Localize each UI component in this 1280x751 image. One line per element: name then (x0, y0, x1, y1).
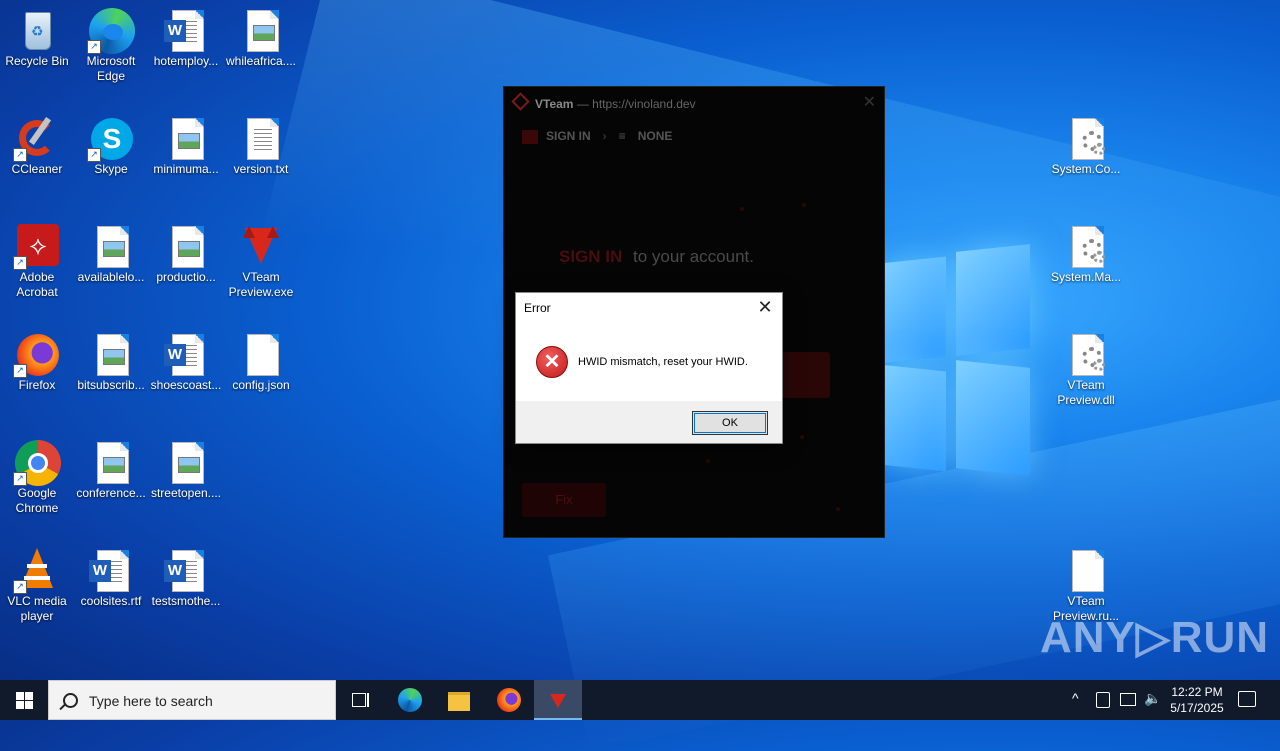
tray-device-icon[interactable] (1096, 692, 1110, 708)
taskbar-search-box[interactable]: Type here to search (48, 680, 336, 720)
ok-button[interactable]: OK (692, 411, 768, 435)
firefox-icon: ↗ (13, 332, 59, 378)
vteam-fox-icon (239, 224, 283, 268)
blank-file-icon (1064, 548, 1108, 592)
settings-file-icon (1064, 332, 1108, 376)
windows-start-icon[interactable] (0, 680, 48, 720)
taskbar: Type here to search ^ 🔈 12:22 PM 5/17/20… (0, 680, 1280, 720)
dialog-message: HWID mismatch, reset your HWID. (578, 356, 748, 368)
word-doc-icon: W (164, 548, 208, 592)
image-file-icon (239, 8, 283, 52)
nav-signin[interactable]: SIGN IN (546, 129, 591, 143)
desktop-icon-conference[interactable]: conference... (73, 440, 149, 501)
desktop-icon-hotemploy[interactable]: W hotemploy... (148, 8, 224, 69)
search-icon (63, 693, 78, 708)
image-file-icon (164, 224, 208, 268)
word-doc-icon: W (164, 8, 208, 52)
desktop-icon-availablelo[interactable]: availablelo... (73, 224, 149, 285)
app-breadcrumb: SIGN IN › ≡ NONE (522, 129, 672, 144)
settings-file-icon (1064, 224, 1108, 268)
taskbar-vteam-icon[interactable] (534, 680, 582, 720)
acrobat-icon: ⟡ ↗ (13, 224, 59, 270)
app-titlebar: VTeam — https://vinoland.dev (511, 92, 696, 111)
desktop-icon-recycle-bin[interactable]: ♻ Recycle Bin (0, 8, 75, 69)
desktop-icon-firefox[interactable]: ↗ Firefox (0, 332, 75, 393)
error-icon: ✕ (536, 346, 568, 378)
skype-icon: S ↗ (87, 116, 133, 162)
taskbar-file-explorer-icon[interactable] (435, 680, 483, 720)
desktop-icon-config-json[interactable]: config.json (223, 332, 299, 393)
desktop-icon-coolsites[interactable]: W coolsites.rtf (73, 548, 149, 609)
image-file-icon (164, 116, 208, 160)
text-file-icon (239, 116, 283, 160)
blank-file-icon (239, 332, 283, 376)
app-close-icon[interactable]: ✕ (863, 92, 876, 112)
image-file-icon (89, 332, 133, 376)
settings-file-icon (1064, 116, 1108, 160)
desktop-icon-streetopen[interactable]: streetopen.... (148, 440, 224, 501)
dialog-title: Error (524, 301, 551, 315)
app-url: https://vinoland.dev (592, 97, 696, 111)
taskbar-clock[interactable]: 12:22 PM 5/17/2025 (1160, 684, 1234, 716)
edge-icon: ↗ (87, 8, 135, 54)
windows-wallpaper-logo (880, 240, 1030, 480)
desktop-icon-system-ma[interactable]: System.Ma... (1048, 224, 1124, 285)
taskbar-edge-icon[interactable] (386, 680, 434, 720)
image-file-icon (89, 440, 133, 484)
desktop-icon-google-chrome[interactable]: ↗ Google Chrome (0, 440, 75, 516)
tray-volume-icon[interactable]: 🔈 (1144, 690, 1161, 707)
tray-chevron-up-icon[interactable]: ^ (1072, 690, 1079, 706)
desktop-icon-version-txt[interactable]: version.txt (223, 116, 299, 177)
nav-none[interactable]: NONE (638, 129, 673, 143)
desktop-icon-minimuma[interactable]: minimuma... (148, 116, 224, 177)
ccleaner-icon: ↗ (13, 116, 59, 162)
word-doc-icon: W (89, 548, 133, 592)
app-title-separator: — (576, 97, 589, 111)
desktop-icon-whileafrica[interactable]: whileafrica.... (223, 8, 299, 69)
signin-heading-accent: SIGN IN (559, 247, 623, 266)
desktop-icon-vteam-preview-exe[interactable]: VTeam Preview.exe (223, 224, 299, 300)
dialog-footer: OK (516, 401, 782, 443)
signin-heading-text: to your account. (633, 247, 754, 266)
tray-network-icon[interactable] (1120, 693, 1136, 706)
desktop-icon-bitsubscrib[interactable]: bitsubscrib... (73, 332, 149, 393)
taskbar-firefox-icon[interactable] (485, 680, 533, 720)
desktop-icon-productio[interactable]: productio... (148, 224, 224, 285)
vteam-logo-icon (511, 92, 530, 111)
hamburger-icon[interactable] (522, 129, 538, 144)
desktop-icon-edge[interactable]: ↗ Microsoft Edge (73, 8, 149, 84)
error-dialog: Error ✕ ✕ HWID mismatch, reset your HWID… (515, 292, 783, 444)
desktop-icon-vteam-preview-dll[interactable]: VTeam Preview.dll (1048, 332, 1124, 408)
anyrun-watermark: ANY▷RUN (1040, 613, 1270, 662)
clock-date: 5/17/2025 (1170, 701, 1224, 715)
desktop-icon-ccleaner[interactable]: ↗ CCleaner (0, 116, 75, 177)
signin-heading: SIGN IN to your account. (559, 247, 754, 267)
recycle-bin-icon: ♻ (15, 8, 59, 52)
clock-time: 12:22 PM (1171, 685, 1223, 699)
image-file-icon (89, 224, 133, 268)
desktop-icon-skype[interactable]: S ↗ Skype (73, 116, 149, 177)
desktop-icon-shoescoast[interactable]: W shoescoast... (148, 332, 224, 393)
fix-button[interactable]: Fix (522, 483, 606, 517)
desktop-icon-testsmothe[interactable]: W testsmothe... (148, 548, 224, 609)
task-view-icon[interactable] (336, 680, 384, 720)
chevron-right-icon: › (602, 129, 607, 143)
image-file-icon (164, 440, 208, 484)
list-icon: ≡ (618, 129, 626, 143)
desktop-icon-vlc[interactable]: ↗ VLC media player (0, 548, 75, 624)
action-center-icon[interactable] (1238, 691, 1256, 707)
chrome-icon: ↗ (13, 440, 61, 486)
dialog-close-icon[interactable]: ✕ (754, 296, 776, 318)
word-doc-icon: W (164, 332, 208, 376)
desktop-icon-system-co[interactable]: System.Co... (1048, 116, 1124, 177)
app-brand: VTeam (535, 97, 574, 111)
vlc-icon: ↗ (13, 548, 59, 594)
desktop-icon-adobe-acrobat[interactable]: ⟡ ↗ Adobe Acrobat (0, 224, 75, 300)
search-placeholder: Type here to search (89, 693, 213, 709)
